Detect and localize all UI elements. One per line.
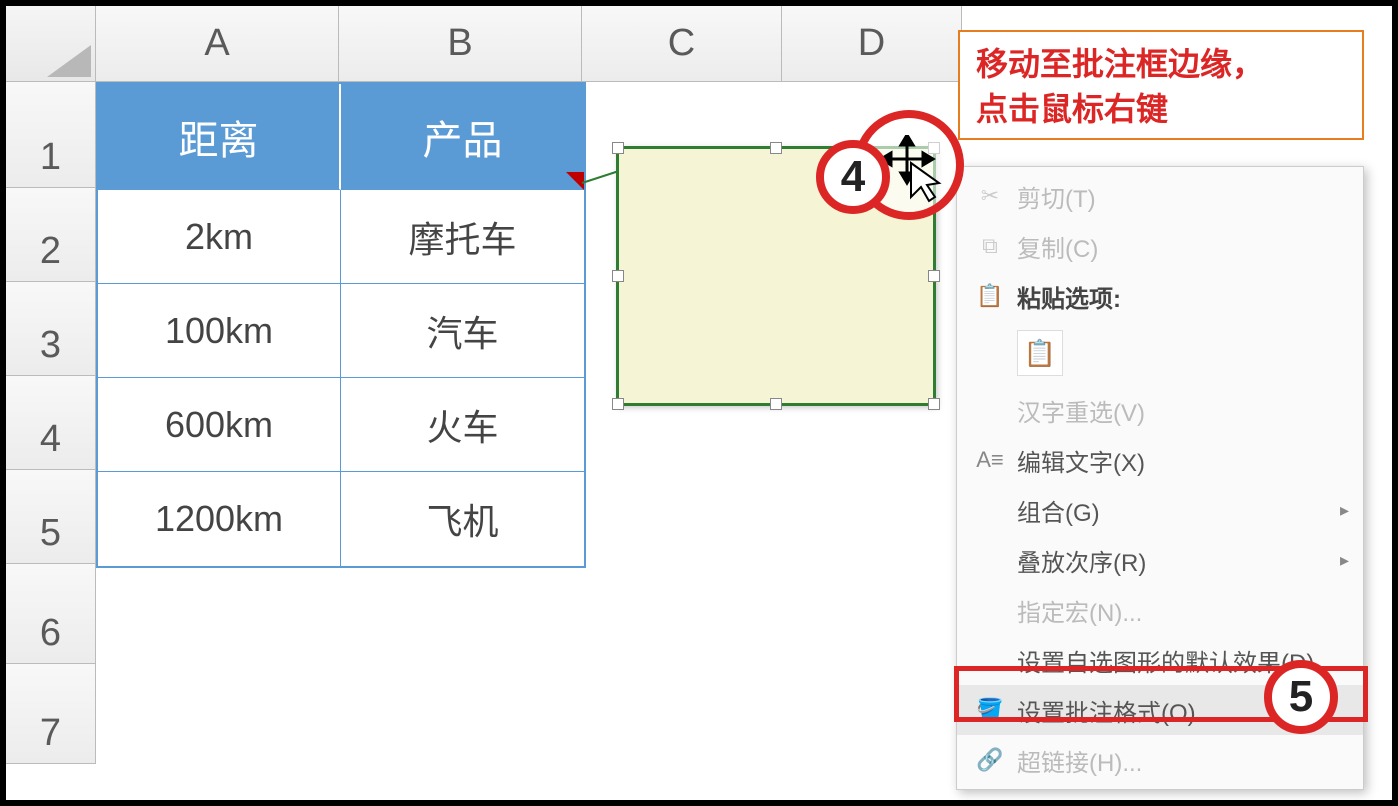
- data-table: 距离 产品 2km 摩托车 100km 汽车 600km 火车 1200km 飞…: [96, 82, 586, 568]
- menu-copy-label: 复制(C): [1009, 229, 1349, 264]
- header-product[interactable]: 产品: [341, 84, 584, 190]
- menu-group[interactable]: 组合(G) ▸: [957, 485, 1363, 535]
- row-header-5[interactable]: 5: [6, 470, 96, 564]
- resize-handle[interactable]: [612, 398, 624, 410]
- resize-handle[interactable]: [770, 142, 782, 154]
- resize-handle[interactable]: [612, 142, 624, 154]
- paste-icon: 📋: [1024, 338, 1056, 369]
- resize-handle[interactable]: [928, 398, 940, 410]
- paste-option-button[interactable]: 📋: [1017, 330, 1063, 376]
- resize-handle[interactable]: [928, 270, 940, 282]
- paint-bucket-icon: 🪣: [971, 697, 1009, 723]
- resize-handle[interactable]: [770, 398, 782, 410]
- col-header-a[interactable]: A: [96, 6, 339, 82]
- submenu-arrow-icon: ▸: [1340, 500, 1349, 521]
- spreadsheet: A B C D 1 2 3 4 5 6 7 距离 产品 2km 摩托车 100k…: [6, 6, 1392, 800]
- menu-hyperlink: 🔗 超链接(H)...: [957, 735, 1363, 785]
- menu-copy: ⧉ 复制(C): [957, 221, 1363, 271]
- step-5-badge: 5: [1264, 660, 1338, 734]
- menu-cut-label: 剪切(T): [1009, 179, 1349, 214]
- col-header-c[interactable]: C: [582, 6, 782, 82]
- cell-a5[interactable]: 1200km: [98, 472, 341, 566]
- menu-ime-label: 汉字重选(V): [1009, 393, 1349, 428]
- cell-a2[interactable]: 2km: [98, 190, 341, 284]
- text-icon: A≡: [971, 447, 1009, 473]
- col-header-b[interactable]: B: [339, 6, 582, 82]
- menu-macro-label: 指定宏(N)...: [1009, 593, 1349, 628]
- cell-b5[interactable]: 飞机: [341, 472, 584, 566]
- row-headers: 1 2 3 4 5 6 7: [6, 82, 96, 764]
- paste-option-row: 📋: [957, 321, 1363, 385]
- row-header-1[interactable]: 1: [6, 82, 96, 188]
- menu-macro: 指定宏(N)...: [957, 585, 1363, 635]
- select-all-corner[interactable]: [6, 6, 96, 82]
- column-headers: A B C D: [96, 6, 962, 82]
- link-icon: 🔗: [971, 747, 1009, 773]
- resize-handle[interactable]: [612, 270, 624, 282]
- menu-group-label: 组合(G): [1009, 493, 1340, 528]
- row-header-6[interactable]: 6: [6, 564, 96, 664]
- instruction-callout: 移动至批注框边缘， 点击鼠标右键: [958, 30, 1364, 140]
- comment-connector: [582, 170, 619, 184]
- copy-icon: ⧉: [971, 233, 1009, 259]
- menu-cut: ✂ 剪切(T): [957, 171, 1363, 221]
- menu-order[interactable]: 叠放次序(R) ▸: [957, 535, 1363, 585]
- menu-order-label: 叠放次序(R): [1009, 543, 1340, 578]
- cell-b4[interactable]: 火车: [341, 378, 584, 472]
- menu-edit-text-label: 编辑文字(X): [1009, 443, 1349, 478]
- cell-b3[interactable]: 汽车: [341, 284, 584, 378]
- menu-ime: 汉字重选(V): [957, 385, 1363, 435]
- col-header-d[interactable]: D: [782, 6, 962, 82]
- cell-a3[interactable]: 100km: [98, 284, 341, 378]
- scissors-icon: ✂: [971, 183, 1009, 209]
- cell-a4[interactable]: 600km: [98, 378, 341, 472]
- row-header-3[interactable]: 3: [6, 282, 96, 376]
- menu-paste-options[interactable]: 📋 粘贴选项:: [957, 271, 1363, 321]
- row-header-4[interactable]: 4: [6, 376, 96, 470]
- header-distance[interactable]: 距离: [98, 84, 341, 190]
- clipboard-icon: 📋: [971, 283, 1009, 309]
- submenu-arrow-icon: ▸: [1340, 550, 1349, 571]
- menu-hyperlink-label: 超链接(H)...: [1009, 743, 1349, 778]
- cell-b2[interactable]: 摩托车: [341, 190, 584, 284]
- menu-edit-text[interactable]: A≡ 编辑文字(X): [957, 435, 1363, 485]
- row-header-7[interactable]: 7: [6, 664, 96, 764]
- menu-paste-label: 粘贴选项:: [1009, 279, 1349, 314]
- row-header-2[interactable]: 2: [6, 188, 96, 282]
- step-4-badge: 4: [816, 140, 890, 214]
- callout-line1: 移动至批注框边缘，: [976, 42, 1346, 87]
- callout-line2: 点击鼠标右键: [976, 87, 1346, 132]
